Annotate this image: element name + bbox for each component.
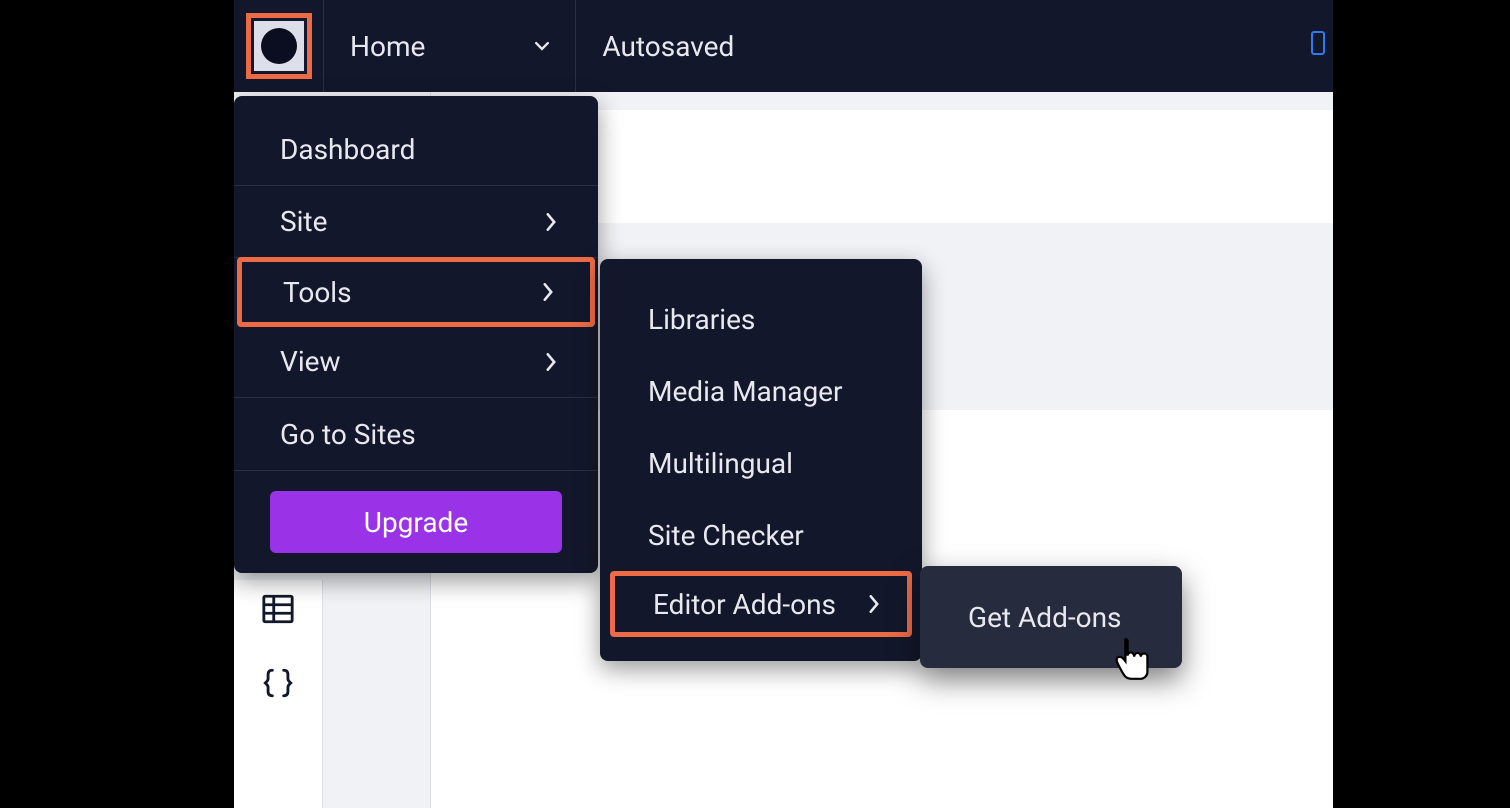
braces-icon[interactable] [261,666,295,700]
autosave-status: Autosaved [576,30,1311,63]
top-bar: Home Autosaved [234,0,1333,92]
upgrade-button[interactable]: Upgrade [270,491,562,553]
rail-divider [322,580,323,808]
page-selector[interactable]: Home [324,0,576,92]
menu-item-go-to-sites[interactable]: Go to Sites [234,398,598,470]
page-selector-label: Home [350,30,425,63]
menu-item-label: Go to Sites [280,418,416,451]
chevron-right-icon [867,595,881,613]
menu-item-tools[interactable]: Tools [237,257,595,327]
chevron-down-icon [535,39,549,53]
submenu-item-label: Libraries [648,303,755,336]
submenu-item-label: Multilingual [648,447,793,480]
tool-rail [234,580,322,808]
submenu-item-editor-addons[interactable]: Editor Add-ons [610,571,912,637]
submenu-item-label: Site Checker [648,519,804,552]
submenu-item-label: Media Manager [648,375,843,408]
menu-item-view[interactable]: View [234,326,598,398]
chevron-right-icon [544,353,558,371]
tools-submenu: Libraries Media Manager Multilingual Sit… [600,259,922,661]
menu-item-site[interactable]: Site [234,186,598,258]
menu-item-dashboard[interactable]: Dashboard [234,114,598,186]
logo-icon [254,21,304,71]
submenu-item-multilingual[interactable]: Multilingual [600,427,922,499]
top-bar-right-icon[interactable] [1311,28,1333,64]
submenu-item-media-manager[interactable]: Media Manager [600,355,922,427]
submenu-item-label: Editor Add-ons [653,588,836,621]
menu-item-label: Dashboard [280,133,415,166]
cursor-pointer-icon [1114,637,1150,681]
submenu-item-label: Get Add-ons [968,601,1122,634]
autosave-label: Autosaved [602,30,734,63]
menu-item-label: Site [280,205,327,238]
upgrade-section: Upgrade [234,470,598,553]
table-icon[interactable] [261,592,295,626]
logo-cell[interactable] [234,0,324,92]
chevron-right-icon [544,213,558,231]
menu-item-label: Tools [283,276,352,309]
logo-highlight-box [246,13,312,79]
logo-circle-icon [261,28,297,64]
chevron-right-icon [541,283,555,301]
submenu-item-site-checker[interactable]: Site Checker [600,499,922,571]
submenu-item-libraries[interactable]: Libraries [600,283,922,355]
main-menu: Dashboard Site Tools View Go to Sites Up… [234,96,598,573]
menu-item-label: View [280,345,341,378]
